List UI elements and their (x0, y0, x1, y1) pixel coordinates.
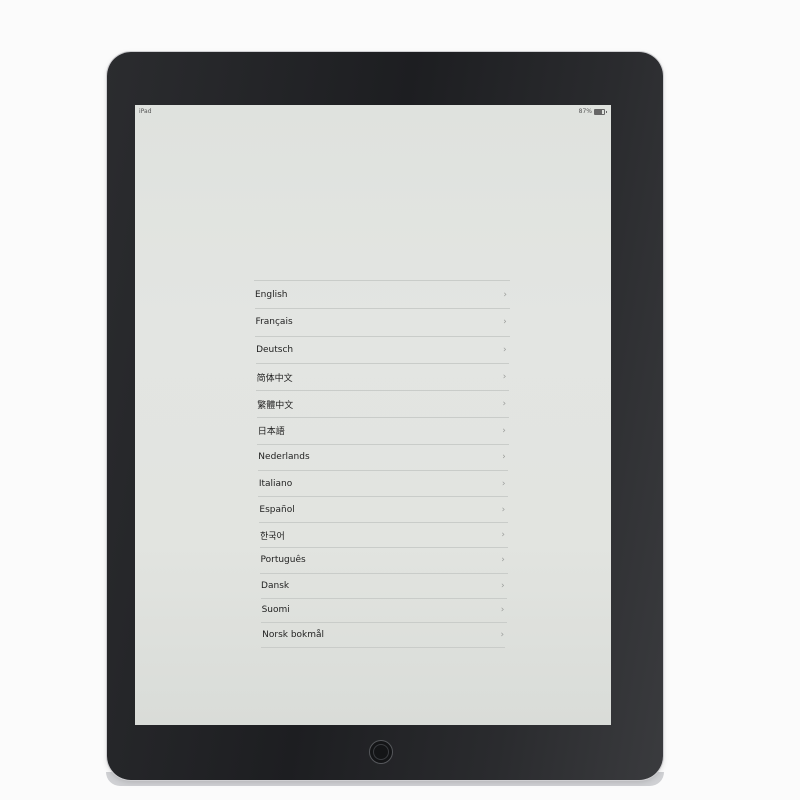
language-option-label: Français (255, 317, 293, 328)
chevron-right-icon: › (502, 452, 506, 463)
language-option-label: Suomi (261, 605, 290, 616)
language-option[interactable]: 繁體中文 › (256, 390, 510, 417)
battery-icon (594, 108, 607, 115)
chevron-right-icon: › (502, 372, 507, 383)
language-option-label: Português (260, 555, 306, 566)
chevron-right-icon: › (501, 555, 505, 566)
language-option-label: Norsk bokmål (262, 629, 325, 640)
language-option[interactable]: Deutsch › (255, 335, 510, 363)
chevron-right-icon: › (500, 580, 505, 591)
chevron-right-icon: › (502, 399, 507, 410)
chevron-right-icon: › (503, 317, 507, 328)
ipad-device: iPad 87% English › Français › Deutsch › 简体中文 › 繁… (106, 52, 664, 786)
language-option[interactable]: English › (254, 280, 510, 308)
chevron-right-icon: › (503, 289, 507, 300)
battery-percent: 87% (578, 108, 592, 115)
chevron-right-icon: › (501, 478, 506, 489)
language-option[interactable]: Italiano › (257, 470, 509, 496)
chevron-right-icon: › (500, 629, 505, 640)
language-option-label: 한국어 (259, 531, 285, 542)
ipad-screen: iPad 87% English › Français › Deutsch › 简体中文 › 繁… (135, 105, 611, 725)
language-option-label: Deutsch (256, 344, 294, 355)
status-device-label: iPad (139, 108, 152, 115)
language-option[interactable]: 한국어 › (258, 521, 508, 547)
status-battery: 87% (578, 108, 607, 115)
language-option[interactable]: Nederlands › (257, 443, 509, 470)
language-option-label: 繁體中文 (257, 400, 294, 411)
language-option[interactable]: Français › (254, 308, 510, 336)
language-option-label: 简体中文 (256, 373, 293, 384)
chevron-right-icon: › (501, 504, 506, 515)
language-option[interactable]: Norsk bokmål › (261, 622, 508, 646)
language-option[interactable]: Dansk › (260, 572, 508, 598)
chevron-right-icon: › (500, 605, 505, 616)
language-option[interactable]: Español › (258, 496, 509, 522)
chevron-right-icon: › (502, 425, 506, 436)
language-option-label: English (255, 289, 288, 300)
language-option[interactable]: 日本語 › (256, 417, 509, 444)
language-option[interactable]: 简体中文 › (255, 363, 510, 390)
list-divider (261, 646, 505, 648)
language-option-label: Nederlands (258, 452, 310, 463)
chevron-right-icon: › (502, 344, 507, 355)
home-button[interactable] (369, 740, 393, 764)
language-option-label: Español (259, 504, 295, 515)
language-option[interactable]: Português › (259, 547, 508, 572)
language-option[interactable]: Suomi › (260, 597, 508, 623)
language-option-label: Dansk (261, 580, 290, 591)
language-option-label: Italiano (258, 478, 293, 489)
language-option-label: 日本語 (257, 427, 285, 438)
chevron-right-icon: › (501, 530, 505, 541)
